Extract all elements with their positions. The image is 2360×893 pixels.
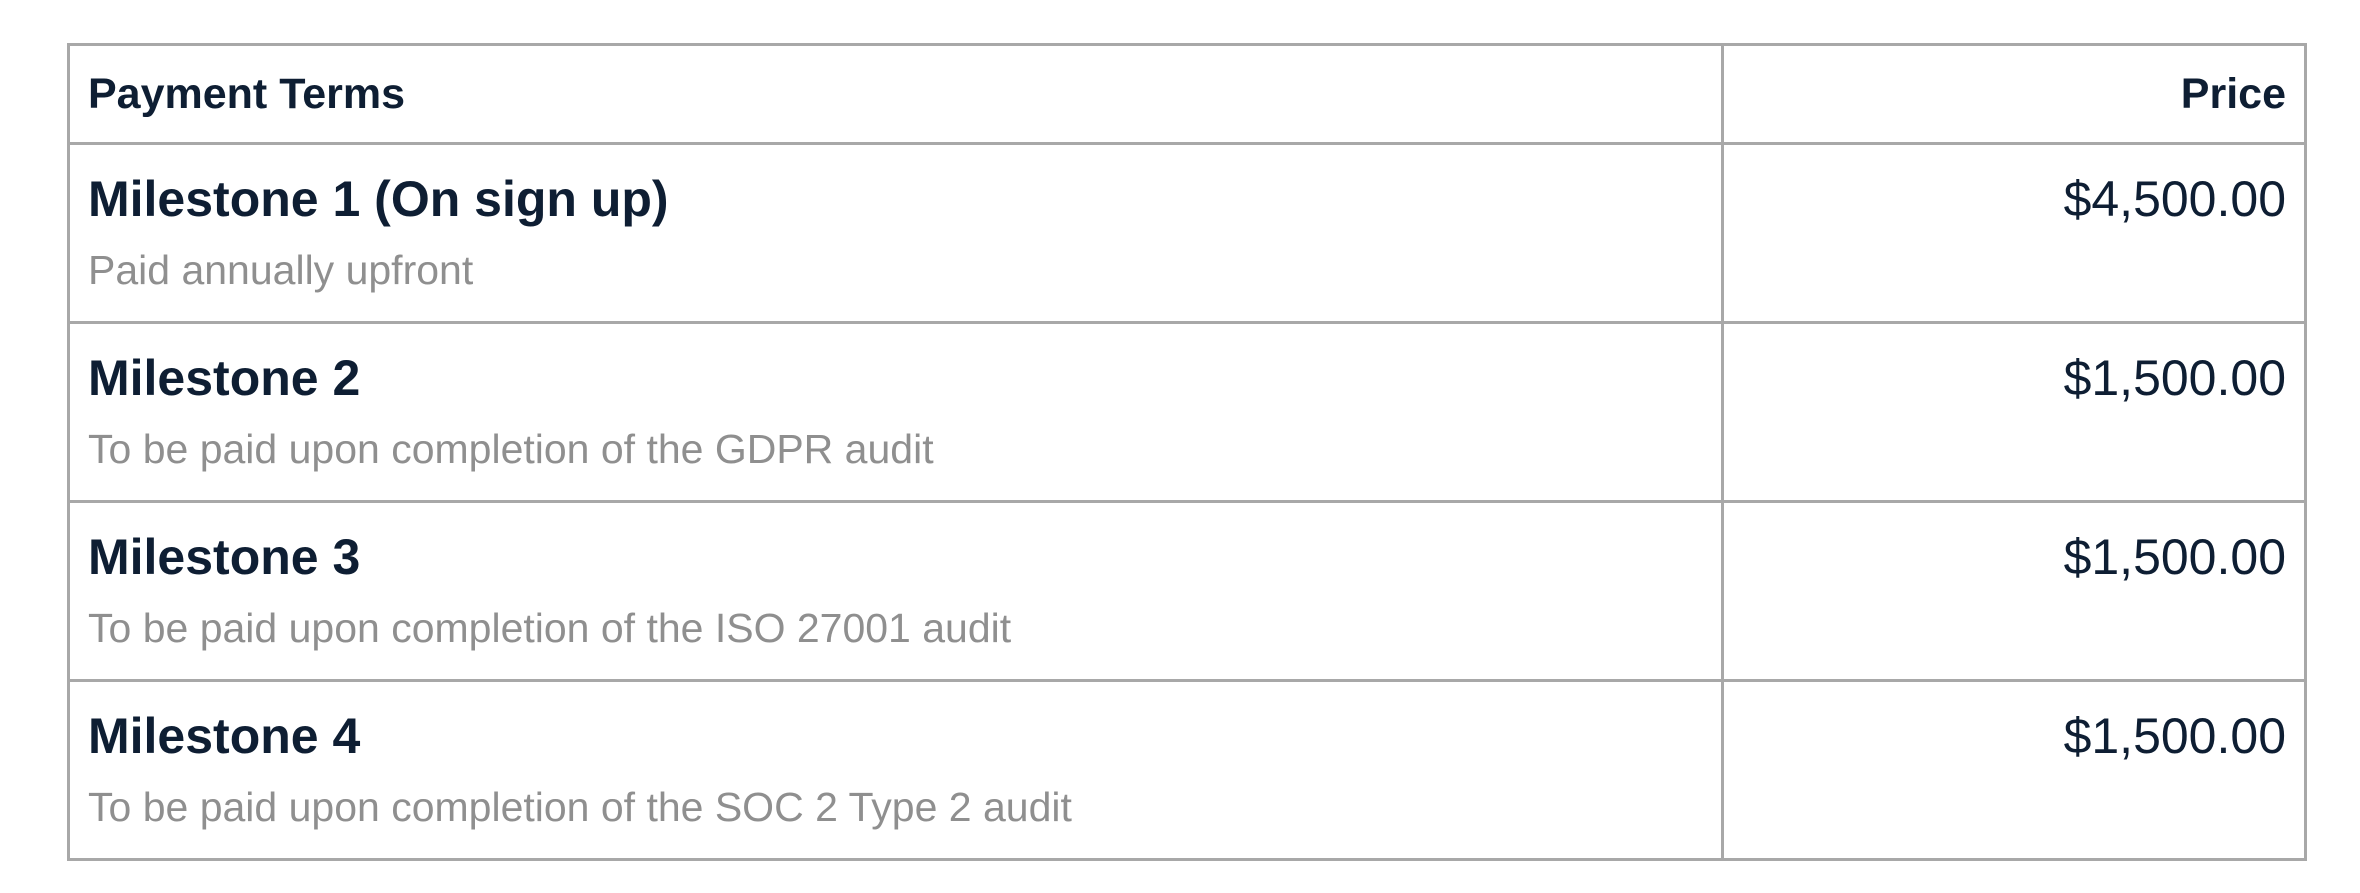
table-row: Milestone 3 To be paid upon completion o… (67, 500, 2307, 682)
terms-cell: Milestone 3 To be paid upon completion o… (67, 500, 1724, 682)
milestone-description: To be paid upon completion of the SOC 2 … (88, 784, 1072, 830)
terms-cell: Milestone 1 (On sign up) Paid annually u… (67, 142, 1724, 324)
payment-terms-table-container: Payment Terms Price Milestone 1 (On sign… (67, 43, 2307, 861)
milestone-title: Milestone 1 (On sign up) (88, 171, 669, 227)
milestone-description: To be paid upon completion of the ISO 27… (88, 605, 1012, 651)
price-cell: $4,500.00 (1721, 142, 2307, 324)
price-value: $1,500.00 (2063, 708, 2286, 764)
milestone-title: Milestone 2 (88, 350, 361, 406)
price-value: $1,500.00 (2063, 529, 2286, 585)
price-cell: $1,500.00 (1721, 679, 2307, 861)
price-header: Price (1721, 43, 2307, 145)
price-cell: $1,500.00 (1721, 500, 2307, 682)
table-header-row: Payment Terms Price (67, 43, 2307, 145)
table-row: Milestone 4 To be paid upon completion o… (67, 679, 2307, 861)
table-row: Milestone 1 (On sign up) Paid annually u… (67, 142, 2307, 324)
milestone-title: Milestone 4 (88, 708, 361, 764)
terms-cell: Milestone 2 To be paid upon completion o… (67, 321, 1724, 503)
table-row: Milestone 2 To be paid upon completion o… (67, 321, 2307, 503)
price-cell: $1,500.00 (1721, 321, 2307, 503)
milestone-title: Milestone 3 (88, 529, 361, 585)
price-value: $1,500.00 (2063, 350, 2286, 406)
terms-cell: Milestone 4 To be paid upon completion o… (67, 679, 1724, 861)
price-value: $4,500.00 (2063, 171, 2286, 227)
milestone-description: To be paid upon completion of the GDPR a… (88, 426, 934, 472)
payment-terms-table: Payment Terms Price Milestone 1 (On sign… (67, 43, 2307, 861)
payment-terms-header: Payment Terms (67, 43, 1724, 145)
milestone-description: Paid annually upfront (88, 247, 474, 293)
